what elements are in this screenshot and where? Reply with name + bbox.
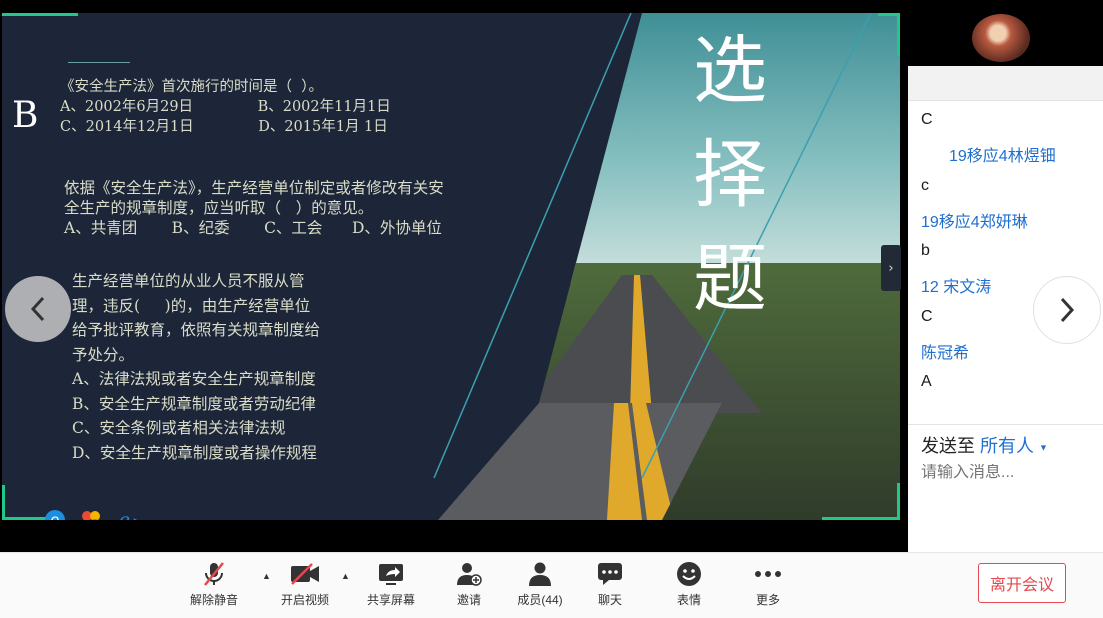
more-label: 更多 <box>755 593 780 607</box>
chat-label: 聊天 <box>597 593 622 607</box>
question-1: 《安全生产法》首次施行的时间是（ ）。 A、2002年6月29日 B、2002年… <box>60 79 391 135</box>
invite-label: 邀请 <box>456 593 481 607</box>
mic-muted-icon <box>204 562 224 586</box>
members-button[interactable]: 成员(44) <box>505 559 575 615</box>
next-slide-button[interactable] <box>1033 276 1101 344</box>
chat-message-input[interactable] <box>921 464 1091 482</box>
frame-corner <box>897 483 900 520</box>
unmute-label: 解除静音 <box>189 593 238 607</box>
chat-message: c <box>921 177 929 194</box>
reactions-button[interactable]: 表情 <box>654 559 724 615</box>
person-icon <box>529 562 551 586</box>
add-person-icon <box>457 563 482 586</box>
chat-button[interactable]: 聊天 <box>575 559 645 615</box>
share-screen-button[interactable]: 共享屏幕 <box>356 559 426 615</box>
reactions-label: 表情 <box>676 593 701 607</box>
chat-sender[interactable]: 19移应4郑妍琳 <box>921 208 1028 232</box>
camera-off-icon <box>291 563 319 585</box>
avatar <box>972 14 1030 62</box>
chat-sender[interactable]: 12 宋文涛 <box>921 273 991 297</box>
question-3: 生产经营单位的从业人员不服从管 理，违反( )的，由生产经营单位 给予批评教育，… <box>72 272 321 462</box>
chat-message: C <box>921 111 933 128</box>
title-char: 题 <box>693 236 767 322</box>
chat-message: b <box>921 242 930 259</box>
title-char: 选 <box>693 28 767 114</box>
svg-text:e: e <box>119 510 130 520</box>
chat-bubble-icon <box>598 563 622 585</box>
ie-browser-icon[interactable]: e <box>44 509 66 520</box>
frame-corner <box>897 13 900 55</box>
taskbar-icons: e e <box>44 509 138 520</box>
chat-sender[interactable]: 19移应4林煜钿 <box>949 142 1056 166</box>
app-launcher-icon[interactable] <box>80 509 102 520</box>
send-to-label: 发送至 <box>921 436 975 456</box>
chevron-right-icon: › <box>888 260 894 276</box>
previous-slide-button[interactable] <box>5 276 71 342</box>
slide-title: 选 择 题 <box>680 19 780 331</box>
unmute-button[interactable]: 解除静音 <box>179 559 249 615</box>
more-dots-icon <box>755 571 781 577</box>
share-screen-icon <box>379 564 403 585</box>
decorative-line <box>68 62 130 63</box>
svg-text:e: e <box>50 511 59 520</box>
leave-meeting-button[interactable]: 离开会议 <box>978 563 1066 603</box>
chevron-right-icon <box>1060 297 1075 323</box>
frame-corner <box>822 517 900 520</box>
question-2: 依据《安全生产法》，生产经营单位制定或者修改有关安 全生产的规章制度，应当听取（… <box>64 179 444 237</box>
chat-message: A <box>921 373 932 390</box>
send-to-target[interactable]: 所有人 <box>980 436 1034 456</box>
start-video-button[interactable]: 开启视频 <box>270 559 340 615</box>
title-char: 择 <box>693 132 767 218</box>
shared-slide: 选 择 题 B 《安全生产法》首次施行的时间是（ ）。 A、2002年6月29日… <box>2 13 900 520</box>
frame-corner <box>2 485 5 520</box>
chat-header <box>908 66 1103 101</box>
collapse-panel-button[interactable]: › <box>881 245 901 291</box>
divider <box>908 424 1103 425</box>
edge-browser-icon[interactable]: e <box>116 509 138 520</box>
caret-down-icon: ▼ <box>1039 442 1048 453</box>
send-to-selector[interactable]: 发送至 所有人 ▼ <box>921 432 1048 458</box>
answer-letter: B <box>12 95 39 136</box>
chevron-left-icon <box>30 296 45 322</box>
meeting-toolbar: 解除静音 ▲ 开启视频 ▲ 共享屏幕 邀请 成员(44) 聊天 表情 更多 <box>0 552 1103 618</box>
start-video-label: 开启视频 <box>280 593 329 607</box>
video-options-caret-icon[interactable]: ▲ <box>341 571 350 581</box>
smiley-icon <box>677 562 701 586</box>
frame-corner <box>2 13 78 16</box>
chat-sender[interactable]: 陈冠希 <box>921 339 969 363</box>
members-label: 成员(44) <box>517 593 563 607</box>
share-screen-label: 共享屏幕 <box>366 593 415 607</box>
invite-button[interactable]: 邀请 <box>434 559 504 615</box>
chat-message: C <box>921 308 933 325</box>
meeting-window: 选 择 题 B 《安全生产法》首次施行的时间是（ ）。 A、2002年6月29日… <box>0 0 1103 618</box>
more-button[interactable]: 更多 <box>733 559 803 615</box>
